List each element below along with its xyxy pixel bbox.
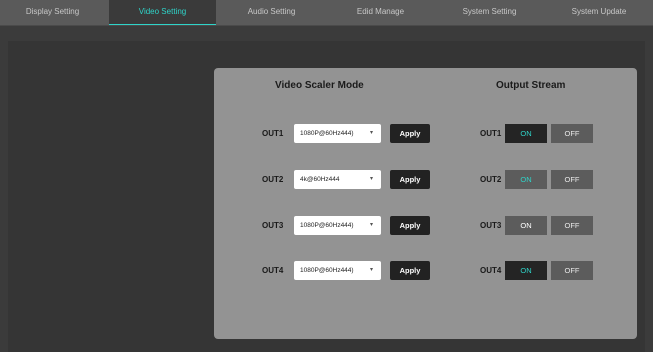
- apply-out2-button[interactable]: Apply: [390, 170, 430, 189]
- scaler-out1-value: 1080P@60Hz444): [300, 130, 354, 137]
- stream-out4-on-button[interactable]: ON: [505, 261, 547, 280]
- scaler-out4-select[interactable]: 1080P@60Hz444) ▾: [294, 261, 381, 280]
- scaler-out4-value: 1080P@60Hz444): [300, 267, 354, 274]
- apply-out3-button[interactable]: Apply: [390, 216, 430, 235]
- apply-out1-button[interactable]: Apply: [390, 124, 430, 143]
- scaler-out2-select[interactable]: 4k@60Hz444 ▾: [294, 170, 381, 189]
- output-stream-heading: Output Stream: [496, 80, 566, 91]
- scaler-out2-value: 4k@60Hz444: [300, 176, 340, 183]
- stream-out3-off-button[interactable]: OFF: [551, 216, 593, 235]
- stream-out4-label: OUT4: [480, 266, 502, 275]
- chevron-down-icon: ▾: [369, 130, 373, 136]
- tab-edid-manage[interactable]: Edid Manage: [327, 0, 434, 25]
- stream-out2-label: OUT2: [480, 175, 502, 184]
- chevron-down-icon: ▾: [369, 267, 373, 273]
- stream-out3-label: OUT3: [480, 221, 502, 230]
- top-nav: Display Setting Video Setting Audio Sett…: [0, 0, 653, 26]
- tab-audio-setting[interactable]: Audio Setting: [218, 0, 325, 25]
- scaler-out3-label: OUT3: [262, 221, 284, 230]
- tab-system-update[interactable]: System Update: [545, 0, 653, 25]
- chevron-down-icon: ▾: [369, 176, 373, 182]
- stream-out1-label: OUT1: [480, 129, 502, 138]
- stream-out4-off-button[interactable]: OFF: [551, 261, 593, 280]
- tab-display-setting[interactable]: Display Setting: [0, 0, 105, 25]
- tab-system-setting[interactable]: System Setting: [436, 0, 543, 25]
- video-scaler-heading: Video Scaler Mode: [275, 80, 364, 91]
- scaler-out2-label: OUT2: [262, 175, 284, 184]
- scaler-out3-value: 1080P@60Hz444): [300, 222, 354, 229]
- tab-video-setting[interactable]: Video Setting: [109, 0, 216, 25]
- stream-out3-on-button[interactable]: ON: [505, 216, 547, 235]
- video-settings-card: Video Scaler Mode Output Stream OUT1 108…: [214, 68, 637, 339]
- stream-out1-on-button[interactable]: ON: [505, 124, 547, 143]
- stream-out2-on-button[interactable]: ON: [505, 170, 547, 189]
- stream-out1-off-button[interactable]: OFF: [551, 124, 593, 143]
- scaler-out1-select[interactable]: 1080P@60Hz444) ▾: [294, 124, 381, 143]
- apply-out4-button[interactable]: Apply: [390, 261, 430, 280]
- stream-out2-off-button[interactable]: OFF: [551, 170, 593, 189]
- scaler-out4-label: OUT4: [262, 266, 284, 275]
- chevron-down-icon: ▾: [369, 222, 373, 228]
- scaler-out1-label: OUT1: [262, 129, 284, 138]
- scaler-out3-select[interactable]: 1080P@60Hz444) ▾: [294, 216, 381, 235]
